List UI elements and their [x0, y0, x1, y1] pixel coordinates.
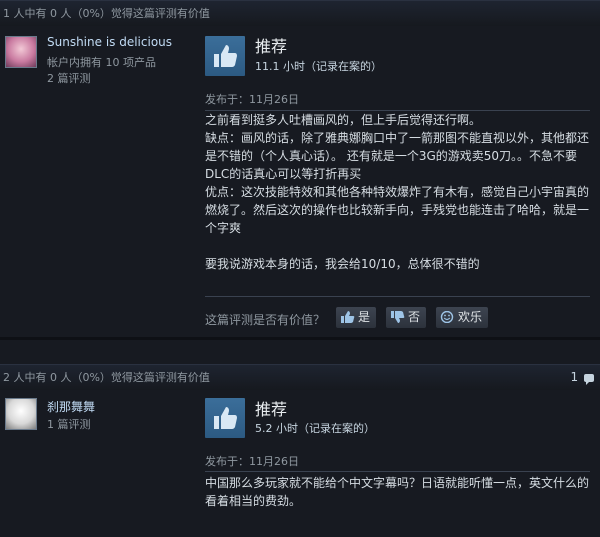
- vote-yes-label: 是: [358, 310, 371, 324]
- recommended-badge[interactable]: [205, 36, 245, 76]
- review-separator: [0, 337, 600, 340]
- review-text: 之前看到挺多人吐槽画风的，但上手后觉得还行啊。 缺点：画风的话，除了雅典娜胸口中…: [205, 111, 590, 273]
- review-text: 中国那么多玩家就不能给个中文字幕吗？日语就能听懂一点，英文什么的看着相当的费劲。: [205, 474, 590, 510]
- vote-funny-button[interactable]: 欢乐: [436, 307, 489, 328]
- posted-date: 发布于：11月26日: [205, 455, 299, 468]
- review-text-body: 中国那么多玩家就不能给个中文字幕吗？日语就能听懂一点，英文什么的看着相当的费劲。: [205, 476, 590, 508]
- review-count[interactable]: 2 篇评测: [47, 70, 91, 86]
- verdict-title[interactable]: 推荐: [255, 396, 287, 420]
- helpful-text: 1 人中有 0 人（0%）觉得这篇评测有价值: [3, 7, 210, 20]
- owned-products[interactable]: 帐户内拥有 10 项产品: [47, 54, 156, 70]
- review-count[interactable]: 1 篇评测: [47, 416, 91, 432]
- helpful-text: 2 人中有 0 人（0%）觉得这篇评测有价值: [3, 371, 210, 384]
- thumbs-down-icon: [390, 309, 405, 323]
- author-name[interactable]: 刹那舞舞: [47, 398, 95, 415]
- review-card: 1 人中有 0 人（0%）觉得这篇评测有价值 Sunshine is delic…: [0, 0, 600, 337]
- verdict-title[interactable]: 推荐: [255, 33, 287, 57]
- thumbs-up-icon: [340, 309, 355, 323]
- thumbs-up-icon: [214, 45, 237, 67]
- review-body: 刹那舞舞 1 篇评测 推荐 5.2 小时（记录在案的） 发布于：11月26日 中…: [0, 390, 600, 537]
- posted-date: 发布于：11月26日: [205, 93, 299, 106]
- hours-played: 11.1 小时（记录在案的）: [255, 60, 382, 73]
- hours-played: 5.2 小时（记录在案的）: [255, 422, 375, 435]
- vote-no-label: 否: [408, 310, 421, 324]
- avatar[interactable]: [5, 398, 37, 430]
- vote-no-button[interactable]: 否: [386, 307, 427, 328]
- vote-funny-label: 欢乐: [458, 310, 483, 324]
- avatar[interactable]: [5, 36, 37, 68]
- comment-count-link[interactable]: 1: [571, 365, 594, 390]
- helpful-summary: 2 人中有 0 人（0%）觉得这篇评测有价值 1: [0, 364, 600, 390]
- vote-yes-button[interactable]: 是: [336, 307, 377, 328]
- helpful-question: 这篇评测是否有价值？: [205, 313, 326, 327]
- comment-count: 1: [570, 370, 579, 384]
- thumbs-up-icon: [214, 407, 237, 429]
- comment-icon: [584, 373, 594, 385]
- review-card: 2 人中有 0 人（0%）觉得这篇评测有价值 1 刹那舞舞 1 篇评测 推荐 5…: [0, 364, 600, 537]
- review-text-body: 之前看到挺多人吐槽画风的，但上手后觉得还行啊。 缺点：画风的话，除了雅典娜胸口中…: [205, 113, 590, 271]
- helpful-summary: 1 人中有 0 人（0%）觉得这篇评测有价值: [0, 0, 600, 26]
- recommended-badge[interactable]: [205, 398, 245, 438]
- divider: [205, 471, 590, 472]
- smile-icon: [440, 309, 455, 324]
- review-body: Sunshine is delicious 帐户内拥有 10 项产品 2 篇评测…: [0, 26, 600, 336]
- author-name[interactable]: Sunshine is delicious: [47, 35, 172, 49]
- divider: [205, 296, 590, 297]
